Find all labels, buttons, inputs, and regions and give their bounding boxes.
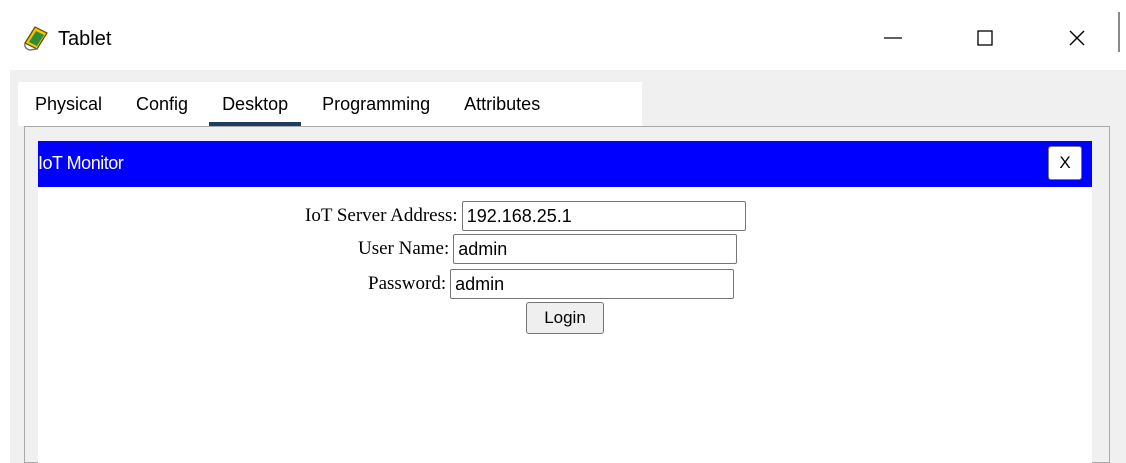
tab-physical[interactable]: Physical [18,82,119,126]
password-input[interactable] [450,269,735,299]
username-label: User Name: [358,238,450,259]
tab-config[interactable]: Config [119,82,205,126]
username-row: User Name: [358,234,738,264]
tab-bar: Physical Config Desktop Programming Attr… [18,82,642,126]
close-button[interactable] [1054,18,1100,58]
tablet-app-icon [24,26,48,51]
server-address-input[interactable] [461,201,746,231]
server-address-row: IoT Server Address: [305,201,746,231]
login-button[interactable]: Login [526,302,604,334]
password-row: Password: [368,269,735,299]
window-edge [1118,12,1120,52]
tab-desktop[interactable]: Desktop [205,82,305,126]
iot-monitor-header: IoT Monitor X [38,141,1092,187]
server-address-label: IoT Server Address: [305,205,458,226]
iot-monitor-title: IoT Monitor [38,153,124,173]
iot-monitor-close-button[interactable]: X [1048,146,1082,180]
window-title: Tablet [58,28,112,50]
maximize-button[interactable] [962,18,1008,58]
minimize-icon [884,37,902,39]
close-icon [1069,30,1085,46]
tab-programming[interactable]: Programming [305,82,447,126]
minimize-button[interactable] [870,18,916,58]
password-label: Password: [368,273,447,294]
tab-attributes[interactable]: Attributes [447,82,557,126]
maximize-icon [977,30,993,46]
title-bar: Tablet [0,0,1126,70]
username-input[interactable] [453,234,738,264]
